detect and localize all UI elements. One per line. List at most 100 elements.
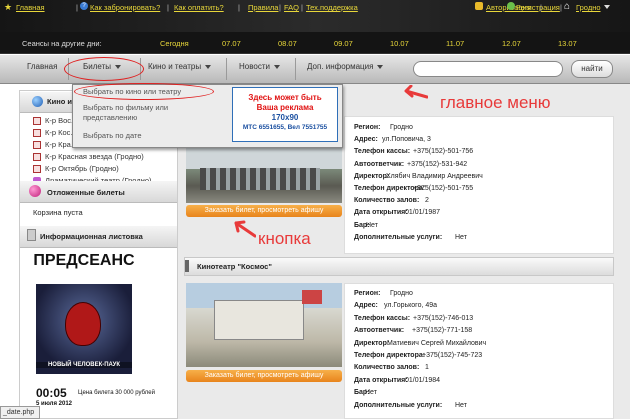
cinema-icon bbox=[33, 129, 41, 137]
info-label: Автоответчик: bbox=[354, 160, 405, 168]
separator: | bbox=[279, 3, 281, 12]
info-value: +375(152)-745-723 bbox=[422, 352, 483, 359]
top-link-home[interactable]: Главная bbox=[16, 3, 45, 12]
user-icon bbox=[507, 2, 515, 10]
menu-item-cinemas[interactable]: Кино и театры bbox=[148, 62, 212, 71]
annotation-main-menu: главное меню bbox=[440, 93, 551, 112]
info-value: Нет bbox=[455, 233, 467, 241]
star-icon: ★ bbox=[4, 2, 13, 12]
info-value: 01/01/1984 bbox=[405, 376, 441, 384]
ticket-icon bbox=[29, 185, 41, 197]
cinema-icon bbox=[185, 260, 189, 272]
dropdown-item-by-date[interactable]: Выбрать по дате bbox=[83, 131, 142, 140]
info-value: +375(152)-746-013 bbox=[413, 314, 474, 322]
search-input[interactable] bbox=[413, 61, 563, 77]
info-value: 01/01/1987 bbox=[405, 209, 441, 217]
lock-icon bbox=[475, 2, 483, 10]
info-value: +375(152)-771-158 bbox=[412, 327, 473, 335]
menu-divider bbox=[226, 58, 227, 80]
separator: | bbox=[238, 3, 240, 12]
cinema-icon bbox=[33, 117, 41, 125]
separator: | bbox=[76, 3, 78, 12]
date-item[interactable]: 12.07 bbox=[502, 39, 521, 48]
info-label: Директор: bbox=[354, 172, 390, 180]
info-value: Нет bbox=[455, 401, 467, 409]
info-label: Телефон директора: bbox=[354, 352, 426, 359]
photo-detail bbox=[214, 300, 304, 340]
info-label: Регион: bbox=[354, 124, 381, 131]
top-link-how-to-pay[interactable]: Как оплатить? bbox=[174, 3, 224, 12]
order-ticket-button[interactable]: Заказать билет, просмотреть афишу bbox=[186, 370, 342, 382]
chevron-down-icon bbox=[604, 5, 610, 9]
dates-label: Сеансы на другие дни: bbox=[22, 39, 102, 48]
poster-date: 5 июля 2012 bbox=[36, 401, 72, 407]
ad-banner[interactable]: Здесь может быть Ваша реклама 170x90 МТС… bbox=[232, 87, 338, 142]
separator: | bbox=[301, 3, 303, 12]
menu-item-home[interactable]: Главная bbox=[27, 62, 57, 71]
info-value: ул.Поповича, 3 bbox=[382, 136, 431, 144]
cinema-link[interactable]: К-р Красная звезда (Гродно) bbox=[45, 152, 144, 161]
info-value: +375(152)-501-756 bbox=[413, 148, 474, 156]
arrow-icon bbox=[402, 84, 429, 101]
date-item[interactable]: 13.07 bbox=[558, 39, 577, 48]
search-button[interactable]: найти bbox=[571, 60, 613, 78]
info-value: Хлябич Владимир Андреевич bbox=[386, 172, 483, 180]
info-label: Дата открытия: bbox=[354, 209, 408, 217]
menu-item-more-info[interactable]: Доп. информация bbox=[307, 62, 384, 71]
info-value: Матиевич Сергей Михайлович bbox=[387, 339, 487, 347]
date-item[interactable]: 09.07 bbox=[334, 39, 353, 48]
order-ticket-button[interactable]: Заказать билет, просмотреть афишу bbox=[186, 205, 342, 217]
info-value: 1 bbox=[425, 364, 429, 372]
info-label: Количество залов: bbox=[354, 197, 420, 205]
date-item[interactable]: 11.07 bbox=[446, 39, 464, 48]
annotation-button: кнопка bbox=[258, 229, 311, 248]
chevron-down-icon bbox=[205, 64, 212, 69]
info-value: ул.Горького, 49а bbox=[384, 302, 438, 310]
info-label: Дата открытия: bbox=[354, 376, 408, 384]
chevron-down-icon bbox=[377, 64, 384, 69]
date-item[interactable]: 10.07 bbox=[390, 39, 409, 48]
top-link-how-to-book[interactable]: Как забронировать? bbox=[90, 3, 160, 12]
info-label: Дополнительные услуги: bbox=[354, 401, 443, 409]
separator: | bbox=[167, 3, 169, 12]
info-value: +375(152)-501-755 bbox=[413, 185, 474, 192]
ad-line: Здесь может быть bbox=[248, 93, 322, 102]
poster-movie: НОВЫЙ ЧЕЛОВЕК-ПАУК bbox=[36, 362, 132, 368]
city-selector[interactable]: Гродно bbox=[576, 3, 601, 12]
top-link-support[interactable]: Тех.поддержка bbox=[306, 3, 358, 12]
menu-item-label: Доп. информация bbox=[307, 62, 374, 71]
info-value: 2 bbox=[425, 197, 429, 205]
info-label: Регион: bbox=[354, 290, 381, 297]
cinema-link[interactable]: К-р Октябрь (Гродно) bbox=[45, 164, 119, 173]
home-icon: ⌂ bbox=[564, 1, 571, 12]
separator: | bbox=[560, 3, 562, 12]
date-today[interactable]: Сегодня bbox=[160, 39, 189, 48]
poster-time: 00:05 bbox=[36, 386, 67, 400]
status-bar: _date.php bbox=[0, 406, 40, 419]
ad-size: 170x90 bbox=[271, 113, 299, 122]
info-label: Телефон кассы: bbox=[354, 314, 411, 322]
photo-detail bbox=[302, 290, 322, 304]
photo-detail bbox=[200, 168, 320, 190]
ad-line: Ваша реклама bbox=[256, 103, 314, 112]
globe-icon bbox=[32, 96, 43, 107]
top-link-faq[interactable]: FAQ bbox=[284, 3, 299, 12]
dropdown-item-by-film[interactable]: Выбрать по фильму или представлению bbox=[83, 103, 183, 123]
date-item[interactable]: 08.07 bbox=[278, 39, 297, 48]
menu-divider bbox=[295, 58, 296, 80]
top-link-rules[interactable]: Правила bbox=[248, 3, 278, 12]
info-value: Гродно bbox=[390, 124, 413, 131]
cinema-title: Кинотеатр "Космос" bbox=[197, 262, 272, 271]
info-icon bbox=[27, 229, 36, 241]
info-value: +375(152)-531-942 bbox=[407, 160, 468, 168]
info-label: Автоответчик: bbox=[354, 327, 405, 335]
highlight-ellipse bbox=[74, 83, 214, 100]
spiderman-icon bbox=[65, 302, 101, 346]
cart-status: Корзина пуста bbox=[33, 208, 83, 217]
date-item[interactable]: 07.07 bbox=[222, 39, 241, 48]
menu-item-news[interactable]: Новости bbox=[239, 62, 280, 71]
deferred-title: Отложенные билеты bbox=[47, 188, 125, 197]
register-link[interactable]: Регистрация bbox=[516, 3, 560, 12]
chevron-down-icon bbox=[273, 64, 280, 69]
promo-poster[interactable]: ПРЕДСЕАНС НОВЫЙ ЧЕЛОВЕК-ПАУК 00:05 5 июл… bbox=[32, 250, 155, 410]
